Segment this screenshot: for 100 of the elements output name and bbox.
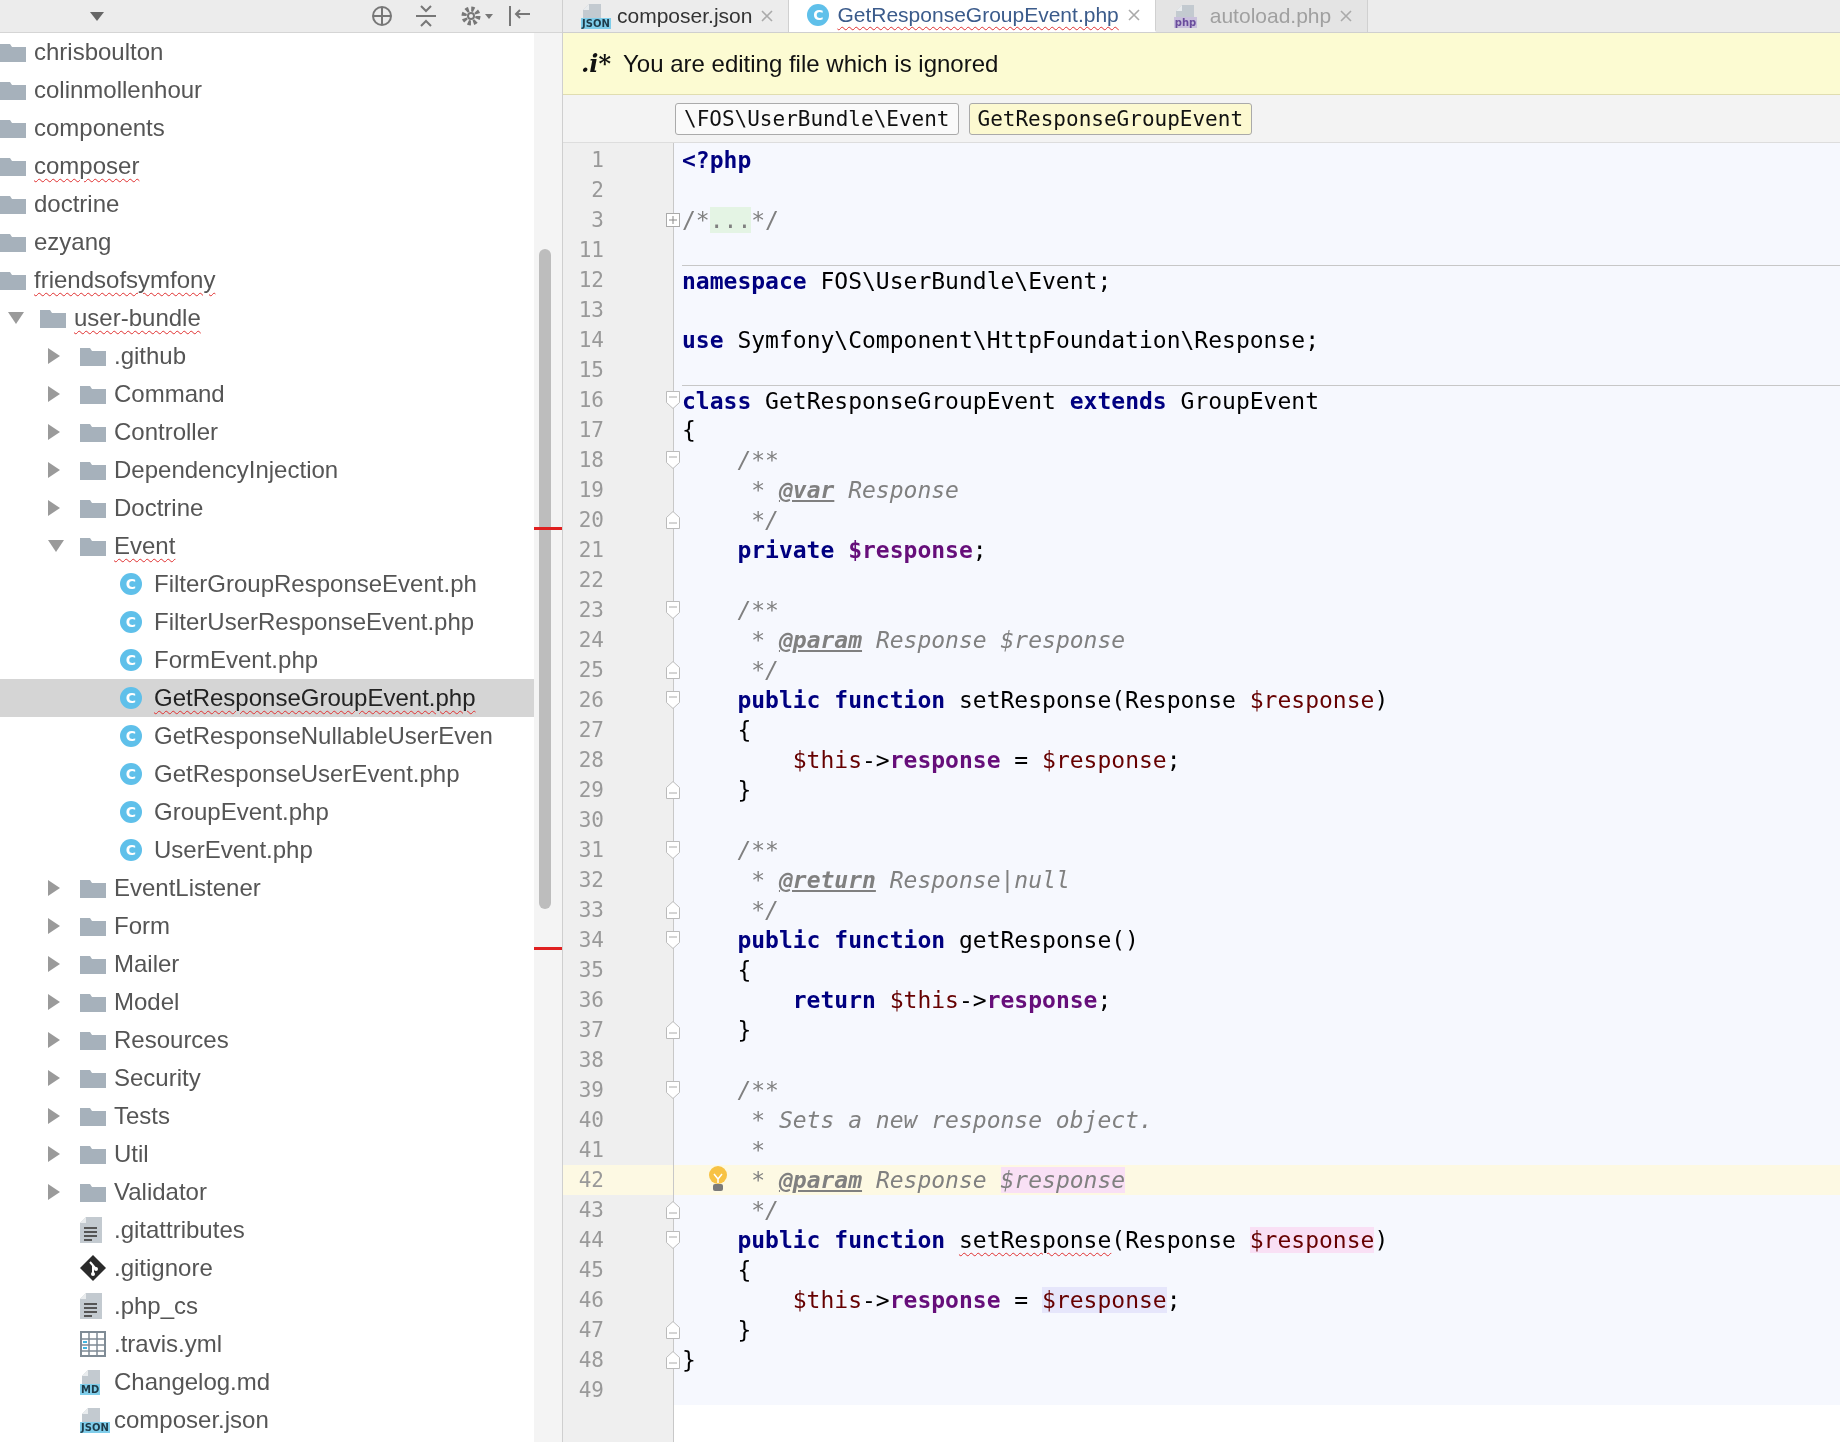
fold-marker-icon[interactable] (666, 901, 680, 919)
tree-item[interactable]: C GroupEvent.php (0, 793, 534, 831)
fold-marker-icon[interactable] (666, 1021, 680, 1039)
code-line: * @param Response $response (750, 1167, 1126, 1193)
locate-icon[interactable] (370, 4, 394, 28)
collapse-all-icon[interactable] (414, 4, 438, 28)
tree-item[interactable]: Tests (0, 1097, 534, 1135)
collapsed-arrow-icon[interactable] (48, 956, 60, 972)
tree-item[interactable]: Resources (0, 1021, 534, 1059)
tree-item[interactable]: EventListener (0, 869, 534, 907)
fold-marker-icon[interactable] (666, 451, 680, 469)
tree-item[interactable]: JSON composer.json (0, 1401, 534, 1439)
tree-item[interactable]: ezyang (0, 223, 534, 261)
tree-item[interactable]: colinmollenhour (0, 71, 534, 109)
tree-item[interactable]: doctrine (0, 185, 534, 223)
tree-item[interactable]: Security (0, 1059, 534, 1097)
text-file-icon (80, 1293, 102, 1319)
line-number: 23 (577, 597, 605, 624)
tree-item[interactable]: Util (0, 1135, 534, 1173)
hide-panel-icon[interactable] (508, 5, 530, 27)
tree-item[interactable]: composer (0, 147, 534, 185)
settings-icon[interactable] (460, 4, 494, 28)
breadcrumb[interactable]: \FOS\UserBundle\Event (675, 102, 959, 135)
folder-icon (80, 422, 106, 442)
collapsed-arrow-icon[interactable] (48, 994, 60, 1010)
tree-item[interactable]: user-bundle (0, 299, 534, 337)
tree-item[interactable]: Controller (0, 413, 534, 451)
editor-tab[interactable]: C GetResponseGroupEvent.php (789, 0, 1156, 32)
collapsed-arrow-icon[interactable] (48, 348, 60, 364)
tree-item[interactable]: .gitattributes (0, 1211, 534, 1249)
collapsed-arrow-icon[interactable] (48, 386, 60, 402)
folder-icon (0, 232, 26, 252)
collapsed-arrow-icon[interactable] (48, 500, 60, 516)
collapsed-arrow-icon[interactable] (48, 1070, 60, 1086)
fold-marker-icon[interactable] (666, 1321, 680, 1339)
tree-item[interactable]: Model (0, 983, 534, 1021)
folder-icon (80, 536, 106, 556)
fold-marker-icon[interactable] (666, 1231, 680, 1249)
tree-item[interactable]: chrisboulton (0, 33, 534, 71)
code-line: { (736, 957, 752, 983)
close-icon[interactable] (1126, 8, 1141, 22)
fold-marker-icon[interactable] (666, 841, 680, 859)
tree-item[interactable]: C FilterUserResponseEvent.php (0, 603, 534, 641)
tree-item[interactable]: DependencyInjection (0, 451, 534, 489)
tree-item[interactable]: .php_cs (0, 1287, 534, 1325)
collapsed-arrow-icon[interactable] (48, 462, 60, 478)
tree-item[interactable]: C GetResponseUserEvent.php (0, 755, 534, 793)
tree-item[interactable]: Command (0, 375, 534, 413)
code-line: * @return Response|null (750, 867, 1070, 893)
tree-item[interactable]: .gitignore (0, 1249, 534, 1287)
editor-tab[interactable]: php autoload.php (1155, 0, 1369, 32)
tree-item[interactable]: Event (0, 527, 534, 565)
expanded-arrow-icon[interactable] (8, 312, 24, 324)
tree-item[interactable]: C FormEvent.php (0, 641, 534, 679)
line-number: 17 (577, 417, 605, 444)
fold-marker-icon[interactable] (666, 661, 680, 679)
expand-fold-icon[interactable] (666, 213, 680, 227)
tree-item[interactable]: C FilterGroupResponseEvent.ph (0, 565, 534, 603)
tree-item[interactable]: components (0, 109, 534, 147)
line-number: 1 (590, 147, 605, 174)
folder-icon (80, 1144, 106, 1164)
class-icon: C (120, 801, 142, 823)
tree-item[interactable]: Form (0, 907, 534, 945)
close-icon[interactable] (760, 9, 775, 23)
collapsed-arrow-icon[interactable] (48, 1184, 60, 1200)
tree-item[interactable]: C UserEvent.php (0, 831, 534, 869)
tree-item[interactable]: MD Changelog.md (0, 1363, 534, 1401)
tree-item[interactable]: Doctrine (0, 489, 534, 527)
collapsed-arrow-icon[interactable] (48, 1108, 60, 1124)
tree-item[interactable]: Validator (0, 1173, 534, 1211)
close-icon[interactable] (1339, 9, 1354, 23)
fold-marker-icon[interactable] (666, 391, 680, 409)
fold-marker-icon[interactable] (666, 931, 680, 949)
tree-item[interactable]: friendsofsymfony (0, 261, 534, 299)
fold-marker-icon[interactable] (666, 1081, 680, 1099)
scrollbar-thumb[interactable] (539, 249, 551, 909)
lightbulb-icon[interactable] (708, 1165, 728, 1193)
tree-item[interactable]: C GetResponseNullableUserEven (0, 717, 534, 755)
folder-icon (80, 498, 106, 518)
collapsed-arrow-icon[interactable] (48, 880, 60, 896)
tree-item[interactable]: C GetResponseGroupEvent.php (0, 679, 534, 717)
fold-marker-icon[interactable] (666, 601, 680, 619)
fold-marker-icon[interactable] (666, 511, 680, 529)
tree-item[interactable]: .travis.yml (0, 1325, 534, 1363)
dropdown-caret-icon[interactable] (90, 11, 104, 21)
text-file-icon (80, 1217, 102, 1243)
fold-marker-icon[interactable] (666, 691, 680, 709)
fold-marker-icon[interactable] (666, 1201, 680, 1219)
fold-marker-icon[interactable] (666, 781, 680, 799)
line-number: 27 (577, 717, 605, 744)
breadcrumb[interactable]: GetResponseGroupEvent (968, 102, 1253, 135)
collapsed-arrow-icon[interactable] (48, 918, 60, 934)
collapsed-arrow-icon[interactable] (48, 1032, 60, 1048)
tree-item[interactable]: .github (0, 337, 534, 375)
tree-item[interactable]: Mailer (0, 945, 534, 983)
expanded-arrow-icon[interactable] (48, 540, 64, 552)
line-number: 42 (577, 1167, 605, 1194)
fold-marker-icon[interactable] (666, 1351, 680, 1369)
collapsed-arrow-icon[interactable] (48, 424, 60, 440)
collapsed-arrow-icon[interactable] (48, 1146, 60, 1162)
